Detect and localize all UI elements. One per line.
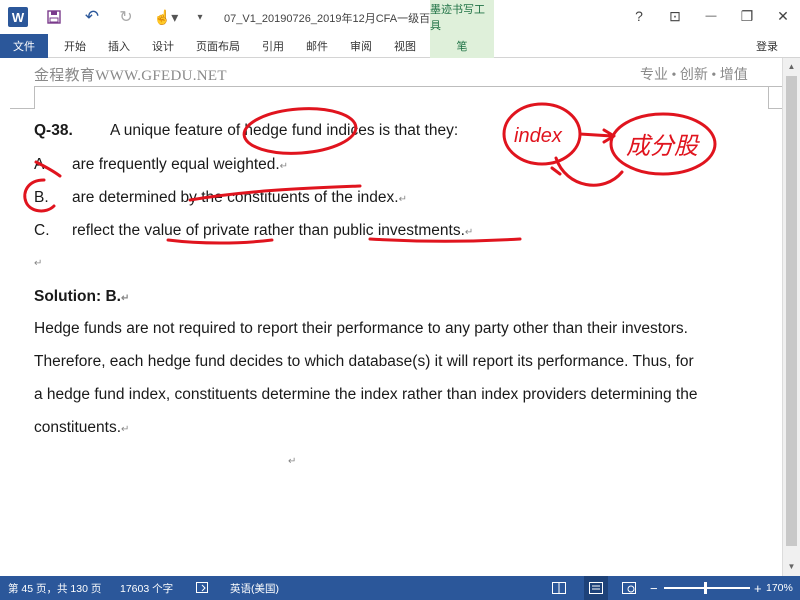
title-bar: W ↶ ↻ ☝▾ ▾ 07_V1_20190726_2019年12月CFA一级百… (0, 0, 800, 34)
solution-line: a hedge fund index, constituents determi… (34, 386, 698, 403)
option-c-letter: C. (34, 222, 50, 239)
zoom-out-button[interactable]: − (650, 576, 658, 600)
empty-paragraph-mark: ↵ (34, 258, 43, 269)
solution-heading: Solution: B.↵ (34, 288, 130, 305)
sign-in-link[interactable]: 登录 (756, 38, 778, 54)
zoom-slider-thumb[interactable] (704, 582, 707, 594)
zoom-level[interactable]: 170% (766, 576, 793, 600)
option-a-letter: A. (34, 156, 49, 173)
crop-mark-left (34, 86, 35, 108)
ribbon-tabs: 文件 开始 插入 设计 页面布局 引用 邮件 审阅 视图 笔 登录 (0, 34, 800, 58)
zoom-slider[interactable] (664, 587, 750, 589)
print-layout-icon[interactable] (584, 576, 608, 600)
tab-layout[interactable]: 页面布局 (196, 34, 240, 58)
ink-word-index: index (514, 125, 563, 147)
ink-small-stroke (550, 166, 562, 176)
document-page[interactable]: 金程教育WWW.GFEDU.NET 专业 • 创新 • 增值 Q-38. A u… (0, 58, 782, 576)
question-number: Q-38. (34, 122, 73, 139)
option-b-letter: B. (34, 189, 49, 206)
tab-insert[interactable]: 插入 (108, 34, 130, 58)
crop-mark-left-horizontal (10, 108, 35, 109)
ribbon-display-options-icon[interactable]: ⊡ (664, 6, 686, 26)
crop-mark-right-horizontal (768, 108, 782, 109)
option-b-text: are determined by the constituents of th… (72, 189, 407, 206)
tab-design[interactable]: 设计 (152, 34, 174, 58)
language-indicator[interactable]: 英语(美国) (230, 576, 279, 600)
word-count[interactable]: 17603 个字 (120, 576, 173, 600)
option-c-text: reflect the value of private rather than… (72, 222, 474, 239)
customize-qat-icon[interactable]: ▾ (192, 7, 208, 27)
ink-word-constituent-stock: 成分股 (626, 133, 700, 160)
zoom-in-button[interactable]: + (754, 576, 762, 600)
crop-mark-right (768, 86, 769, 108)
tab-review[interactable]: 审阅 (350, 34, 372, 58)
minimize-icon[interactable]: — (700, 6, 722, 26)
undo-icon[interactable]: ↶ (80, 7, 104, 27)
tab-references[interactable]: 引用 (262, 34, 284, 58)
tab-file[interactable]: 文件 (0, 34, 48, 58)
scroll-down-icon[interactable]: ▼ (783, 558, 800, 574)
scroll-up-icon[interactable]: ▲ (783, 58, 800, 74)
ink-circle-index-note (502, 102, 582, 166)
web-layout-icon[interactable] (622, 576, 636, 600)
ink-underline-value-private (166, 238, 274, 245)
page-header-left: 金程教育WWW.GFEDU.NET (34, 68, 227, 84)
page-count[interactable]: 第 45 页，共 130 页 (8, 576, 101, 600)
tab-pen[interactable]: 笔 (430, 34, 494, 58)
option-a-text: are frequently equal weighted.↵ (72, 156, 289, 173)
empty-paragraph-mark: ↵ (288, 456, 297, 467)
solution-line: Hedge funds are not required to report t… (34, 320, 688, 337)
vertical-scrollbar[interactable]: ▲ ▼ (782, 58, 800, 576)
document-title: 07_V1_20190726_2019年12月CFA一级百题... (224, 13, 451, 25)
ink-curve-connector (554, 156, 624, 187)
ink-tools-context-title: 墨迹书写工具 (430, 0, 494, 34)
page-header-right: 专业 • 创新 • 增值 (640, 68, 748, 83)
ink-arrow-line (578, 128, 616, 144)
close-icon[interactable]: ✕ (772, 6, 794, 26)
tab-home[interactable]: 开始 (64, 34, 86, 58)
save-icon[interactable] (42, 7, 66, 27)
read-mode-icon[interactable] (552, 576, 566, 600)
touch-mode-icon[interactable]: ☝▾ (150, 7, 182, 27)
ink-circle-constituents-note (609, 112, 717, 176)
restore-icon[interactable]: ❐ (736, 6, 758, 26)
help-icon[interactable]: ? (628, 6, 650, 26)
question-stem: A unique feature of hedge fund indices i… (110, 122, 459, 139)
scroll-thumb[interactable] (786, 76, 797, 546)
tab-mailings[interactable]: 邮件 (306, 34, 328, 58)
solution-line: Therefore, each hedge fund decides to wh… (34, 353, 694, 370)
tab-view[interactable]: 视图 (394, 34, 416, 58)
status-bar: 第 45 页，共 130 页 17603 个字 英语(美国) − + 170% (0, 576, 800, 600)
word-logo-icon: W (8, 7, 28, 27)
redo-icon[interactable]: ↻ (114, 7, 138, 27)
header-rule (34, 86, 782, 87)
solution-line: constituents.↵ (34, 419, 130, 436)
proofing-icon[interactable] (196, 576, 210, 600)
